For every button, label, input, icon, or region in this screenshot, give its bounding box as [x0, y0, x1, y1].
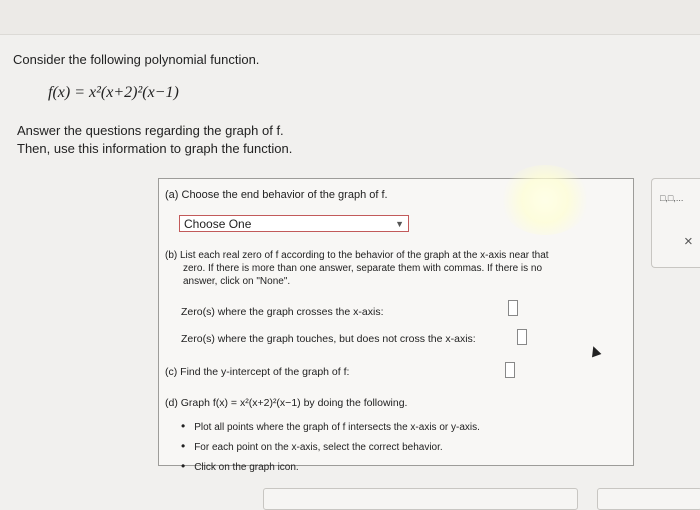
part-d-bullet-3: Click on the graph icon. [181, 457, 480, 477]
part-b-text: (b) List each real zero of f according t… [165, 249, 620, 288]
touches-input[interactable] [517, 329, 527, 345]
part-d-bullets: Plot all points where the graph of f int… [181, 417, 480, 477]
touches-label: Zero(s) where the graph touches, but doe… [181, 333, 476, 345]
crosses-label: Zero(s) where the graph crosses the x-ax… [181, 306, 384, 318]
part-d-bullet-3-text: Click on the graph icon. [194, 462, 299, 473]
intro-text: Consider the following polynomial functi… [13, 52, 260, 67]
part-b-line-1: (b) List each real zero of f according t… [165, 250, 549, 261]
touches-row: Zero(s) where the graph touches, but doe… [181, 333, 476, 345]
part-d-label: (d) Graph f(x) = x²(x+2)²(x−1) by doing … [165, 397, 408, 409]
part-d-bullet-2: For each point on the x-axis, select the… [181, 437, 480, 457]
instructions-line-2: Then, use this information to graph the … [17, 141, 293, 156]
bottom-button-2[interactable] [597, 488, 700, 510]
chevron-down-icon: ▼ [395, 218, 404, 229]
part-d-bullet-2-text: For each point on the x-axis, select the… [194, 442, 443, 453]
crosses-row: Zero(s) where the graph crosses the x-ax… [181, 306, 384, 318]
part-d-bullet-1: Plot all points where the graph of f int… [181, 417, 480, 437]
bottom-button-1[interactable] [263, 488, 578, 510]
end-behavior-select[interactable]: Choose One ▼ [179, 215, 409, 232]
top-bar [0, 0, 700, 35]
part-b-line-2: zero. If there is more than one answer, … [183, 263, 543, 274]
sequence-icon[interactable]: □,□,... [660, 193, 683, 203]
instructions-line-1: Answer the questions regarding the graph… [17, 123, 284, 138]
question-panel: (a) Choose the end behavior of the graph… [158, 178, 634, 473]
part-b-line-3: answer, click on "None". [183, 276, 291, 287]
part-c-label: (c) Find the y-intercept of the graph of… [165, 366, 350, 378]
end-behavior-select-value: Choose One [184, 216, 252, 231]
function-formula: f(x) = x²(x+2)²(x−1) [48, 84, 179, 101]
part-a-label: (a) Choose the end behavior of the graph… [165, 189, 388, 201]
instructions: Answer the questions regarding the graph… [17, 122, 292, 158]
side-toolbar: □,□,... × [651, 178, 700, 268]
crosses-input[interactable] [508, 300, 518, 316]
part-d-bullet-1-text: Plot all points where the graph of f int… [194, 422, 480, 433]
y-intercept-input[interactable] [505, 362, 515, 378]
close-icon[interactable]: × [684, 233, 693, 250]
part-c-row: (c) Find the y-intercept of the graph of… [165, 366, 349, 378]
